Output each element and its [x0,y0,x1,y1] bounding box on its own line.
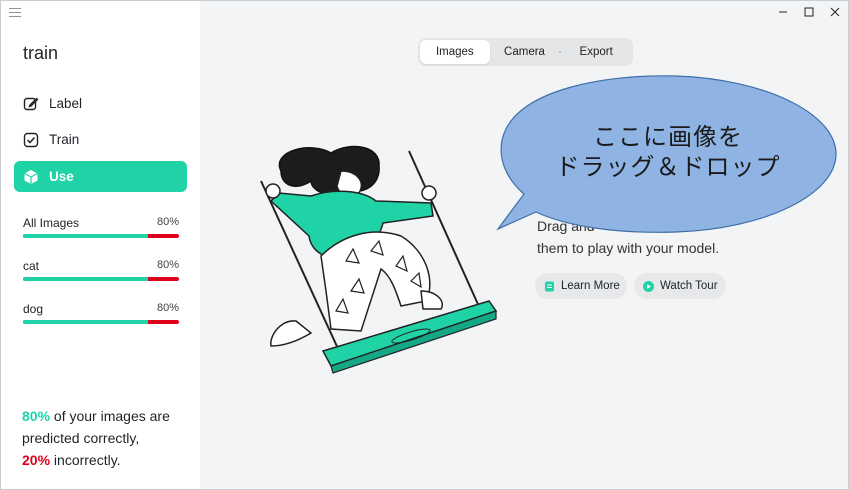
cube-icon [23,169,39,185]
nav-item-train-text: Train [49,132,80,147]
accuracy-bar [23,234,179,238]
incorrect-text: incorrectly. [50,452,121,468]
tab-images[interactable]: Images [420,40,490,64]
accuracy-bar [23,320,179,324]
nav-item-use[interactable]: Use [14,161,187,192]
stat-label: dog [23,302,44,316]
play-icon [643,280,654,292]
menu-icon[interactable] [9,8,21,18]
learn-more-button[interactable]: Learn More [535,273,627,299]
checkbox-icon [23,132,39,148]
app-title: train [23,43,59,63]
app-window: train Label Train Use All Images 80% cat 8… [0,0,849,490]
accuracy-bar-fill [23,320,148,324]
callout-line-2: ドラッグ＆ドロップ [555,154,781,181]
watch-tour-label: Watch Tour [660,280,718,292]
tab-export[interactable]: Export [561,40,631,64]
nav-item-label[interactable]: Label [14,88,187,119]
tab-camera[interactable]: Camera [490,40,560,64]
stat-percent: 80% [156,216,179,228]
sidebar: train Label Train Use All Images 80% cat 8… [1,1,200,489]
view-tabs: Images Camera Export [418,38,633,66]
correct-percent: 80% [22,408,51,424]
swing-illustration [260,145,498,374]
accuracy-bar-fill [23,234,148,238]
maximize-icon [804,7,814,17]
nav-item-label-text: Label [49,96,83,111]
stat-percent: 80% [156,259,179,271]
minimize-icon [779,11,787,13]
edit-icon [23,96,39,112]
nav-item-train[interactable]: Train [14,124,187,155]
accuracy-bar-fill [23,277,148,281]
description-line-2: them to play with your model. [537,240,720,256]
document-icon [545,281,554,291]
incorrect-percent: 20% [22,452,51,468]
watch-tour-button[interactable]: Watch Tour [634,273,726,299]
maximize-button[interactable] [801,5,817,19]
minimize-button[interactable] [775,5,791,19]
callout-line-1: ここに画像を [593,124,743,151]
callout-text: ここに画像を ドラッグ＆ドロップ [523,123,813,183]
nav-item-use-text: Use [49,169,74,184]
close-button[interactable] [827,5,843,19]
learn-more-label: Learn More [561,280,620,292]
stat-dog: dog 80% [23,302,179,324]
stat-percent: 80% [156,302,179,314]
stat-label: All Images [23,216,80,230]
stat-all-images: All Images 80% [23,216,179,238]
stat-cat: cat 80% [23,259,179,281]
stat-label: cat [23,259,40,273]
accuracy-bar [23,277,179,281]
close-icon [830,7,840,17]
accuracy-summary: 80% of your images are predicted correct… [22,405,192,471]
